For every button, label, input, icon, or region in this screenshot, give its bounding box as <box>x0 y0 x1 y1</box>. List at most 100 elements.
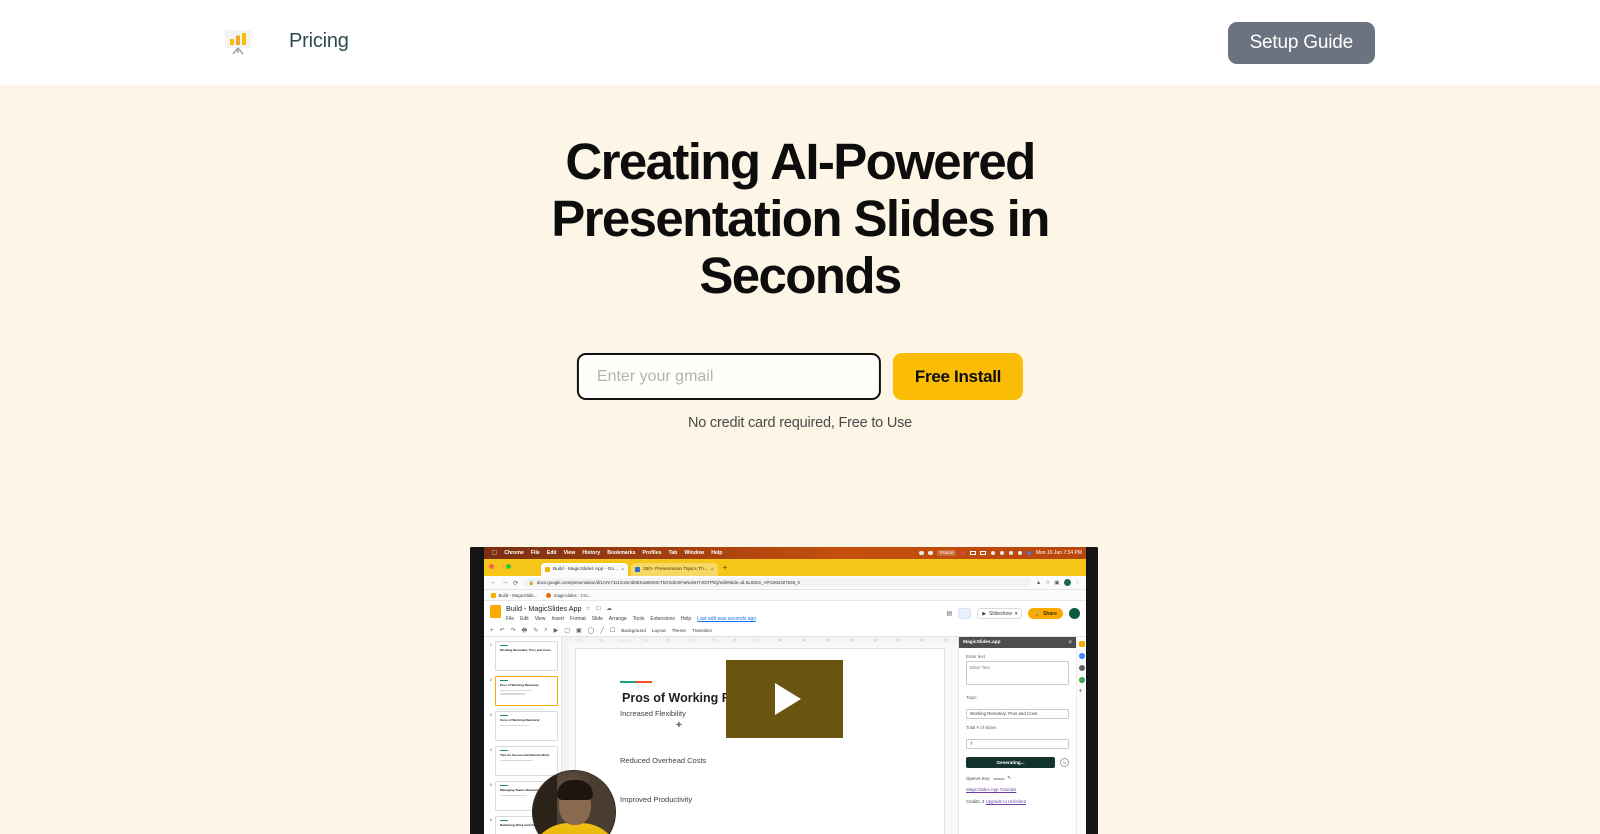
share-button[interactable]: 🔒 Share <box>1028 608 1063 619</box>
toolbar-transition[interactable]: Transition <box>692 628 712 633</box>
slide-number: 3 <box>489 712 492 717</box>
list-item[interactable]: 3 Cons of Working Remotely <box>487 711 558 741</box>
slide-bullet[interactable]: Increased Flexibility <box>620 709 686 718</box>
setup-guide-button[interactable]: Setup Guide <box>1227 22 1375 64</box>
toolbar-layout[interactable]: Layout <box>652 628 666 633</box>
comment-icon[interactable]: ☐ <box>610 627 615 634</box>
chevron-down-icon[interactable]: ▾ <box>1015 611 1018 617</box>
tab-title: 350+ Presentation Topics Th... <box>642 567 708 572</box>
close-x-icon[interactable]: × <box>1068 640 1072 646</box>
menu-tools[interactable]: Tools <box>633 616 645 622</box>
toolbar-background[interactable]: Background <box>621 628 646 633</box>
topic-input[interactable] <box>966 708 1069 719</box>
slides-count-input[interactable] <box>966 738 1069 749</box>
window-traffic-lights[interactable] <box>489 564 511 569</box>
menu-view[interactable]: View <box>535 616 546 622</box>
back-arrow-icon[interactable]: ← <box>490 579 497 586</box>
profile-avatar[interactable] <box>1063 579 1071 586</box>
upgrade-link[interactable]: Upgrade to Unlimited <box>986 799 1026 804</box>
slide-bullet[interactable]: Improved Productivity <box>620 795 692 804</box>
accent-bar <box>500 715 508 717</box>
contacts-extension-icon[interactable] <box>1078 665 1085 671</box>
apple-logo-icon:  <box>492 550 497 557</box>
smiley-icon[interactable]: ☺ <box>1060 758 1069 767</box>
browser-tab[interactable]: Build - MagicSlides App - Go... × <box>541 563 628 576</box>
browser-tab[interactable]: 350+ Presentation Topics Th... × <box>630 563 718 576</box>
thumbnail-title: Tips for Successful Remote Work <box>500 753 550 758</box>
minimize-window-icon[interactable] <box>497 564 503 569</box>
menu-file[interactable]: File <box>506 616 514 622</box>
openai-key-masked: •••••••••••• <box>993 775 1005 781</box>
menu-insert[interactable]: Insert <box>551 616 564 622</box>
demo-video-player[interactable]:  Chrome File Edit View History Bookmark… <box>470 547 1098 834</box>
reload-icon[interactable]: ⟳ <box>513 579 518 587</box>
free-install-button[interactable]: Free Install <box>892 353 1024 400</box>
doc-actions-icons[interactable]: ☆ ☐ ☁ <box>586 606 614 612</box>
share-icon[interactable]: ▲ <box>1036 580 1041 586</box>
print-icon[interactable]: 🖶 <box>522 626 528 636</box>
shape-icon[interactable]: ◯ <box>588 627 595 634</box>
panel-header: MagicSlides.app × <box>959 637 1076 648</box>
nav-link-pricing[interactable]: Pricing <box>289 30 349 53</box>
bookmark-item[interactable]: magicslides - Cro... <box>546 592 591 598</box>
forward-arrow-icon[interactable]: → <box>502 579 509 586</box>
slide-bullet[interactable]: Reduced Overhead Costs <box>620 756 706 765</box>
list-item[interactable]: 2 Pros of Working Remotely <box>487 676 558 706</box>
generate-button[interactable]: Generating... <box>966 757 1055 768</box>
magicslides-panel: MagicSlides.app × Enter text Topic: Tota… <box>958 637 1076 834</box>
line-icon[interactable]: ╱ <box>600 627 604 634</box>
document-title[interactable]: Build - MagicSlides App <box>506 604 582 613</box>
address-bar[interactable]: 🔒 docs.google.com/presentation/d/1AYe71s… <box>523 577 1031 588</box>
logo-icon[interactable] <box>222 26 254 58</box>
slide-thumbnail-selected[interactable]: Pros of Working Remotely <box>495 676 558 706</box>
slide-thumbnail[interactable]: Working Remotely: Pros and Cons <box>495 641 558 671</box>
account-avatar[interactable] <box>1069 608 1080 619</box>
menu-arrange[interactable]: Arrange <box>609 616 627 622</box>
bookmark-star-icon[interactable]: ☆ <box>1045 580 1050 586</box>
tab-close-icon[interactable]: × <box>621 567 624 573</box>
extensions-icon[interactable]: ▣ <box>1054 580 1059 586</box>
image-icon[interactable]: ▣ <box>576 627 582 634</box>
comment-history-icon[interactable]: ▤ <box>947 610 953 617</box>
slide-number: 5 <box>489 782 492 787</box>
toolbar-actions: ▲ ☆ ▣ ⋮ <box>1036 579 1080 586</box>
menu-extensions[interactable]: Extensions <box>650 616 674 622</box>
paint-format-icon[interactable]: ✎ <box>533 627 538 634</box>
add-slide-icon[interactable]: + <box>490 628 494 634</box>
tutorials-link[interactable]: MagicSlides App Tutorials <box>966 787 1069 792</box>
close-window-icon[interactable] <box>489 564 494 569</box>
slideshow-icon: ▶ <box>982 610 987 617</box>
menubar-item: Chrome <box>499 550 524 556</box>
toolbar-theme[interactable]: Theme <box>672 628 686 633</box>
menu-format[interactable]: Format <box>570 616 586 622</box>
zoom-icon[interactable]: ⌕ <box>544 627 547 634</box>
textbox-icon[interactable]: ▢ <box>564 627 570 634</box>
bookmark-item[interactable]: Build - MagicSlide... <box>491 592 537 598</box>
menu-slide[interactable]: Slide <box>592 616 603 622</box>
maps-extension-icon[interactable] <box>1078 677 1085 683</box>
last-edit-status[interactable]: Last edit was seconds ago <box>697 616 756 622</box>
slideshow-label: Slideshow <box>989 610 1012 617</box>
list-item[interactable]: 1 Working Remotely: Pros and Cons <box>487 641 558 671</box>
slide-thumbnail[interactable]: Cons of Working Remotely <box>495 711 558 741</box>
play-button[interactable] <box>726 660 843 738</box>
pencil-edit-icon[interactable]: ✎ <box>1007 775 1011 781</box>
add-extension-icon[interactable]: + <box>1079 688 1085 695</box>
slideshow-button[interactable]: ▶ Slideshow ▾ <box>977 608 1023 619</box>
magicslides-extension-icon[interactable] <box>1078 641 1085 647</box>
translate-extension-icon[interactable] <box>1078 653 1085 659</box>
maximize-window-icon[interactable] <box>506 564 511 569</box>
enter-text-textarea[interactable] <box>966 661 1069 685</box>
menubar-item: Bookmarks <box>601 550 635 556</box>
tab-close-icon[interactable]: × <box>711 567 714 573</box>
chrome-menu-icon[interactable]: ⋮ <box>1075 580 1081 586</box>
new-tab-icon[interactable]: + <box>723 563 728 572</box>
redo-icon[interactable]: ↷ <box>511 627 516 634</box>
accent-bar <box>500 820 508 822</box>
menu-help[interactable]: Help <box>681 616 691 622</box>
email-input[interactable] <box>576 353 881 400</box>
google-meet-icon[interactable] <box>958 608 972 619</box>
undo-icon[interactable]: ↶ <box>500 627 505 634</box>
menu-edit[interactable]: Edit <box>520 616 529 622</box>
select-cursor-icon[interactable]: ▶ <box>554 627 559 634</box>
